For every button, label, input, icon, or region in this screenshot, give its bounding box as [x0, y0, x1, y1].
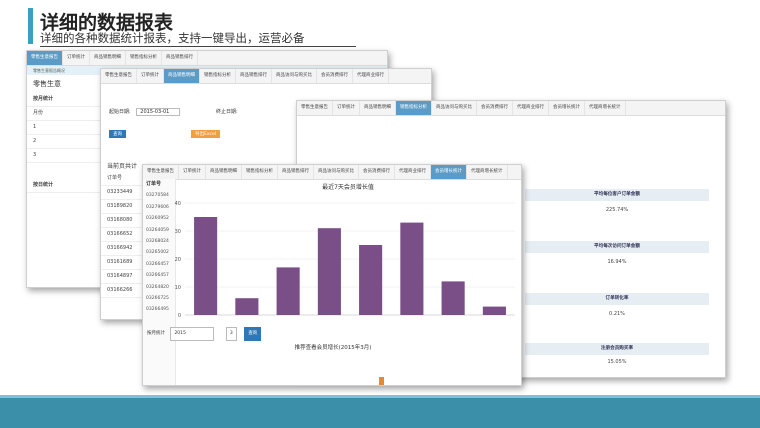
- y-tick-label: 40: [175, 201, 181, 207]
- metric-label: 注册会员购买率: [600, 346, 634, 351]
- report-window-d: 零售生意报告 订单统计 商品销售明细 销售指标分析 商品销售排行 商品访问与购买…: [142, 164, 522, 386]
- tab-member-rank[interactable]: 会员消费排行: [317, 69, 353, 83]
- growth-chart-marker: [379, 377, 384, 385]
- tab-member-rank[interactable]: 会员消费排行: [477, 101, 513, 115]
- metric-label: 订单转化率: [605, 296, 629, 301]
- tab-sales-rank[interactable]: 商品销售排行: [236, 69, 272, 83]
- tab-visit-ratio[interactable]: 商品访问与购买比: [272, 69, 317, 83]
- tab-member-growth[interactable]: 会员增长统计: [549, 101, 585, 115]
- metric-value: 15.05%: [607, 359, 627, 365]
- tab-retail-report[interactable]: 零售生意报告: [101, 69, 137, 83]
- y-tick-label: 10: [175, 285, 181, 291]
- tab-bar: 零售生意报告 订单统计 商品销售明细 销售指标分析 商品销售排行 商品访问与购买…: [101, 69, 431, 84]
- tab-sales-detail[interactable]: 商品销售明细: [90, 51, 126, 65]
- metric-value: 16.94%: [607, 259, 627, 265]
- metric-value: 0.21%: [609, 311, 625, 317]
- metric-label: 平均每位客户订单金额: [594, 192, 640, 197]
- metric-value: 225.74%: [605, 207, 629, 213]
- bar-chart: 0 10 20 30 40: [175, 201, 515, 319]
- export-excel-button[interactable]: 导出Excel: [191, 130, 221, 138]
- chart-bar: [276, 267, 300, 315]
- tab-retail-report[interactable]: 零售生意报告: [27, 51, 63, 65]
- y-tick-label: 0: [178, 313, 181, 319]
- chart-bar: [441, 281, 465, 315]
- chart-bar: [400, 222, 424, 315]
- tab-sales-index[interactable]: 销售指标分析: [396, 101, 432, 115]
- footer-bar: [0, 398, 760, 428]
- accent-bar: [28, 8, 33, 44]
- tab-order-stats[interactable]: 订单统计: [137, 69, 164, 83]
- year-select[interactable]: 2015: [170, 327, 215, 341]
- chart-bar: [317, 228, 341, 315]
- chart-bar: [194, 217, 218, 315]
- month-filter-label: 按月统计: [147, 331, 165, 336]
- month-query-button[interactable]: 查询: [244, 327, 262, 341]
- end-date-label: 终止日期:: [215, 109, 238, 115]
- y-tick-label: 30: [175, 229, 181, 235]
- tab-order-stats[interactable]: 订单统计: [63, 51, 90, 65]
- tab-sales-detail[interactable]: 商品销售明细: [164, 69, 200, 83]
- tab-retail-report[interactable]: 零售生意报告: [297, 101, 333, 115]
- tab-visit-ratio[interactable]: 商品访问与购买比: [432, 101, 477, 115]
- tab-agent-rank[interactable]: 代理商业排行: [353, 69, 389, 83]
- tab-sales-detail[interactable]: 商品销售明细: [360, 101, 396, 115]
- month-select[interactable]: 3: [225, 327, 237, 341]
- tab-agent-growth[interactable]: 代理商增长统计: [585, 101, 626, 115]
- month-filter-bar: 按月统计 2015 3 查询: [143, 327, 521, 341]
- tab-sales-index[interactable]: 销售指标分析: [126, 51, 162, 65]
- tab-sales-index[interactable]: 销售指标分析: [200, 69, 236, 83]
- growth-chart-title: 推荐查看会员增长(2015年3月): [294, 345, 372, 351]
- chart-bar: [359, 245, 383, 315]
- metric-label: 平均每次访问订单金额: [594, 244, 640, 249]
- subtitle-rule: [40, 46, 356, 47]
- tab-bar: 零售生意报告 订单统计 商品销售明细 销售指标分析 商品销售排行: [27, 51, 387, 66]
- chart-bar: [235, 298, 259, 315]
- chart-bar: [482, 306, 506, 315]
- start-date-label: 起始日期:: [109, 109, 131, 115]
- query-button[interactable]: 查询: [109, 130, 126, 138]
- tab-sales-rank[interactable]: 商品销售排行: [162, 51, 198, 65]
- start-date-input[interactable]: 2015-03-01: [136, 108, 181, 116]
- y-tick-label: 20: [175, 257, 181, 263]
- tab-order-stats[interactable]: 订单统计: [333, 101, 360, 115]
- slide-subtitle: 详细的各种数据统计报表，支持一键导出，运营必备: [40, 31, 305, 45]
- tab-bar: 零售生意报告 订单统计 商品销售明细 销售指标分析 商品访问与购买比 会员消费排…: [297, 101, 725, 116]
- tab-agent-rank[interactable]: 代理商业排行: [513, 101, 549, 115]
